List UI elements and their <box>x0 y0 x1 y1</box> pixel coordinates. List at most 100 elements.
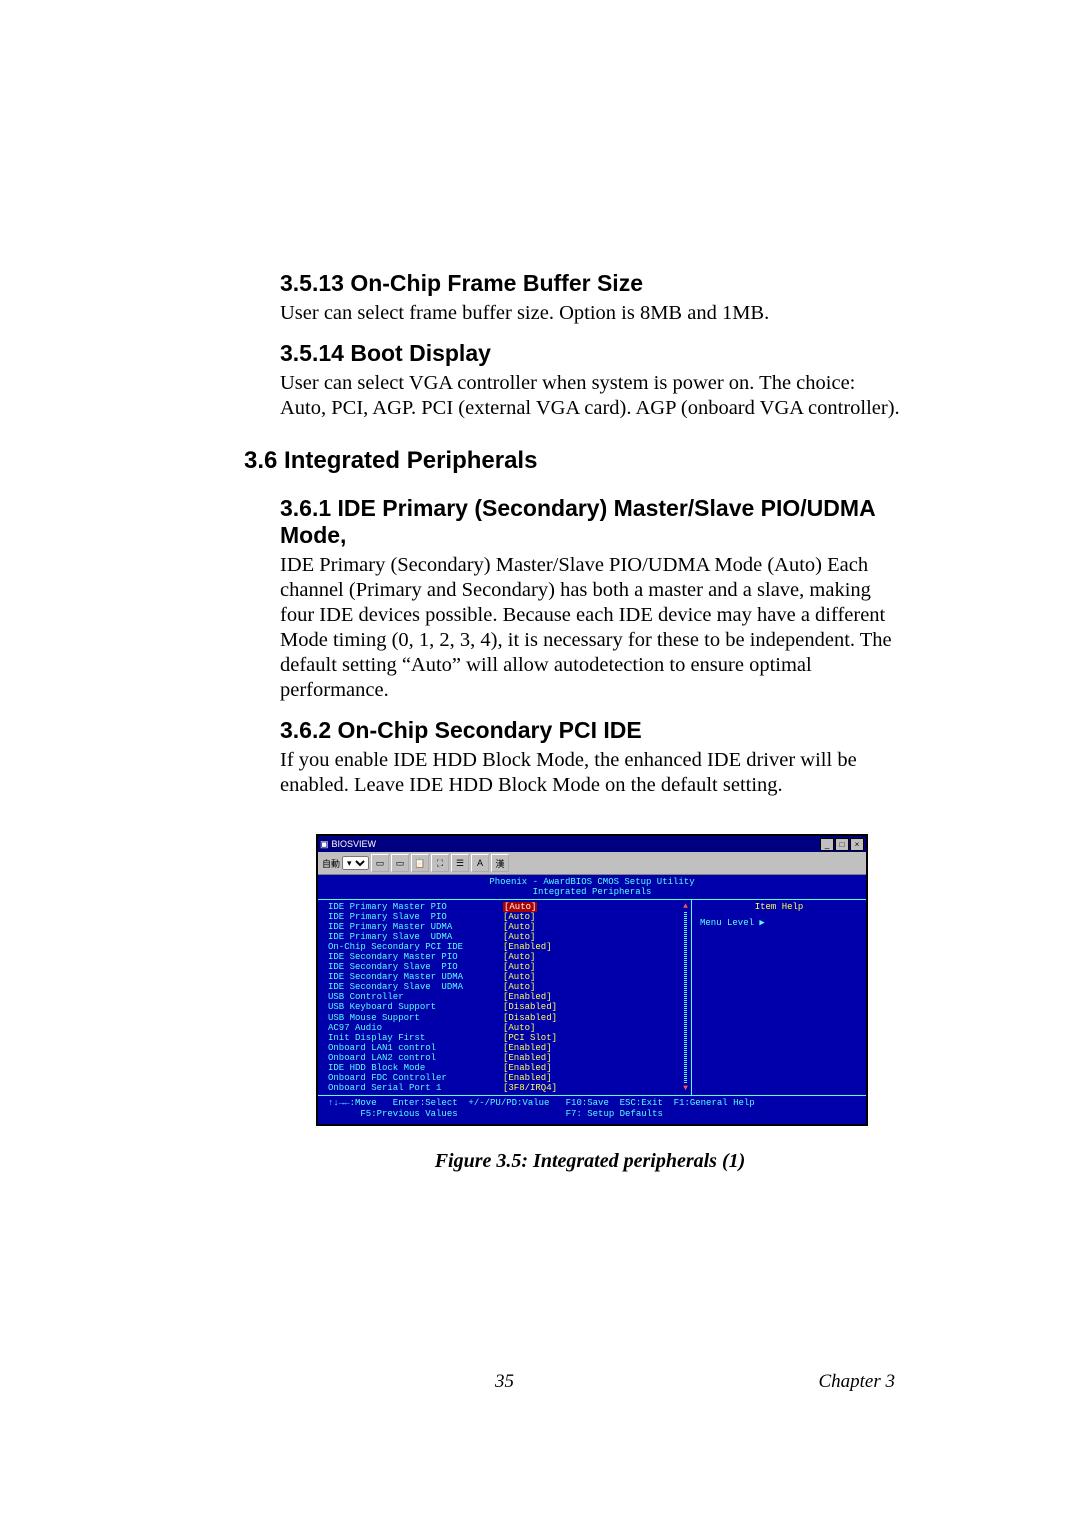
toolbar-btn-1[interactable]: ▭ <box>371 854 389 872</box>
toolbar-font-a-icon[interactable]: A <box>471 854 489 872</box>
bios-setting-value[interactable]: Auto <box>503 982 535 992</box>
bios-setting-label: Onboard Serial Port 1 <box>328 1083 503 1093</box>
body-3-5-14: User can select VGA controller when syst… <box>280 371 900 421</box>
bios-setting-row[interactable]: Onboard Serial Port 13F8/IRQ4 <box>328 1083 685 1093</box>
bios-setting-value[interactable]: Auto <box>503 912 535 922</box>
bios-setting-row[interactable]: Init Display FirstPCI Slot <box>328 1033 685 1043</box>
bios-setting-row[interactable]: USB Mouse SupportDisabled <box>328 1013 685 1023</box>
bios-header: Phoenix - AwardBIOS CMOS Setup Utility I… <box>318 875 866 899</box>
bios-setting-value[interactable]: Auto <box>503 902 537 912</box>
page-footer: 35 Chapter 3 <box>280 1371 895 1393</box>
toolbar-lang-icon[interactable]: 漢 <box>491 854 509 872</box>
heading-3-6-1: 3.6.1 IDE Primary (Secondary) Master/Sla… <box>280 495 900 549</box>
minimize-icon[interactable]: _ <box>820 838 834 851</box>
bios-setting-row[interactable]: USB ControllerEnabled <box>328 992 685 1002</box>
bios-setting-row[interactable]: Onboard LAN2 controlEnabled <box>328 1053 685 1063</box>
bios-setting-row[interactable]: IDE Secondary Slave UDMAAuto <box>328 982 685 992</box>
bios-setting-label: USB Mouse Support <box>328 1013 503 1023</box>
bios-setting-value[interactable]: Disabled <box>503 1002 557 1012</box>
bios-setting-row[interactable]: IDE HDD Block ModeEnabled <box>328 1063 685 1073</box>
heading-3-6-2: 3.6.2 On-Chip Secondary PCI IDE <box>280 717 900 744</box>
bios-setting-value[interactable]: Enabled <box>503 1043 552 1053</box>
bios-setting-label: Init Display First <box>328 1033 503 1043</box>
bios-setting-label: IDE Primary Master UDMA <box>328 922 503 932</box>
body-3-5-13: User can select frame buffer size. Optio… <box>280 301 900 326</box>
bios-setting-label: IDE HDD Block Mode <box>328 1063 503 1073</box>
heading-3-5-13: 3.5.13 On-Chip Frame Buffer Size <box>280 270 900 297</box>
bios-setting-value[interactable]: Auto <box>503 1023 535 1033</box>
bios-footer-line2: F5:Previous Values F7: Setup Defaults <box>328 1109 663 1119</box>
close-icon[interactable]: × <box>850 838 864 851</box>
toolbar-btn-2[interactable]: ▭ <box>391 854 409 872</box>
bios-setting-row[interactable]: IDE Secondary Master UDMAAuto <box>328 972 685 982</box>
window-titlebar: ▣ BIOSVIEW _ □ × <box>318 836 866 852</box>
page-number: 35 <box>495 1371 514 1393</box>
bios-body: ▲ ▼ IDE Primary Master PIOAutoIDE Primar… <box>318 899 866 1096</box>
toolbar-font-select[interactable]: ▾ <box>342 856 369 870</box>
bios-screenshot: ▣ BIOSVIEW _ □ × 自動 ▾ ▭ ▭ 📋 ⛶ ☰ A 漢 Pho <box>316 834 864 1173</box>
item-help-title: Item Help <box>700 902 858 912</box>
bios-footer: ↑↓→←:Move Enter:Select +/-/PU/PD:Value F… <box>318 1096 866 1124</box>
bios-setting-row[interactable]: IDE Secondary Slave PIOAuto <box>328 962 685 972</box>
toolbar-font-label: 自動 <box>322 857 340 870</box>
bios-setting-row[interactable]: AC97 AudioAuto <box>328 1023 685 1033</box>
bios-setting-value[interactable]: Enabled <box>503 1063 552 1073</box>
heading-3-6: 3.6 Integrated Peripherals <box>244 447 900 475</box>
bios-setting-row[interactable]: Onboard LAN1 controlEnabled <box>328 1043 685 1053</box>
bios-help-pane: Item Help Menu Level ▶ <box>691 900 866 1095</box>
app-icon: ▣ <box>320 839 329 850</box>
bios-setting-value[interactable]: Enabled <box>503 942 552 952</box>
bios-setting-value[interactable]: Enabled <box>503 1073 552 1083</box>
bios-setting-label: USB Keyboard Support <box>328 1002 503 1012</box>
scroll-down-icon[interactable]: ▼ <box>683 1084 688 1093</box>
bios-setting-value[interactable]: PCI Slot <box>503 1033 557 1043</box>
bios-setting-row[interactable]: IDE Secondary Master PIOAuto <box>328 952 685 962</box>
body-3-6-1: IDE Primary (Secondary) Master/Slave PIO… <box>280 553 900 703</box>
bios-setting-value[interactable]: Enabled <box>503 1053 552 1063</box>
toolbar-copy-icon[interactable]: 📋 <box>411 854 429 872</box>
bios-setting-value[interactable]: 3F8/IRQ4 <box>503 1083 557 1093</box>
window: ▣ BIOSVIEW _ □ × 自動 ▾ ▭ ▭ 📋 ⛶ ☰ A 漢 Pho <box>316 834 868 1126</box>
bios-footer-line1: ↑↓→←:Move Enter:Select +/-/PU/PD:Value F… <box>328 1098 755 1108</box>
bios-setting-value[interactable]: Enabled <box>503 992 552 1002</box>
figure-caption: Figure 3.5: Integrated peripherals (1) <box>316 1150 864 1173</box>
bios-setting-row[interactable]: USB Keyboard SupportDisabled <box>328 1002 685 1012</box>
bios-setting-row[interactable]: IDE Primary Master PIOAuto <box>328 902 685 912</box>
bios-setting-row[interactable]: IDE Primary Master UDMAAuto <box>328 922 685 932</box>
bios-setting-label: IDE Secondary Master UDMA <box>328 972 503 982</box>
bios-setting-label: IDE Primary Slave PIO <box>328 912 503 922</box>
bios-setting-value[interactable]: Auto <box>503 972 535 982</box>
toolbar-props-icon[interactable]: ☰ <box>451 854 469 872</box>
toolbar-fullscreen-icon[interactable]: ⛶ <box>431 854 449 872</box>
chapter-label: Chapter 3 <box>818 1371 895 1393</box>
bios-setting-label: Onboard LAN1 control <box>328 1043 503 1053</box>
page: 3.5.13 On-Chip Frame Buffer Size User ca… <box>0 0 1080 1233</box>
scroll-up-icon[interactable]: ▲ <box>683 902 688 911</box>
bios-setting-label: IDE Primary Master PIO <box>328 902 503 912</box>
bios-setting-label: IDE Secondary Slave UDMA <box>328 982 503 992</box>
scroll-track[interactable] <box>684 912 687 1083</box>
bios-setting-value[interactable]: Auto <box>503 952 535 962</box>
bios-setting-row[interactable]: On-Chip Secondary PCI IDEEnabled <box>328 942 685 952</box>
bios-setting-row[interactable]: IDE Primary Slave PIOAuto <box>328 912 685 922</box>
menu-level: Menu Level ▶ <box>700 918 858 928</box>
bios-setting-value[interactable]: Auto <box>503 962 535 972</box>
bios-setting-label: IDE Secondary Slave PIO <box>328 962 503 972</box>
body-3-6-2: If you enable IDE HDD Block Mode, the en… <box>280 748 900 798</box>
bios-screen: Phoenix - AwardBIOS CMOS Setup Utility I… <box>318 875 866 1124</box>
bios-setting-value[interactable]: Auto <box>503 922 535 932</box>
bios-setting-label: AC97 Audio <box>328 1023 503 1033</box>
bios-setting-label: On-Chip Secondary PCI IDE <box>328 942 503 952</box>
bios-settings-pane[interactable]: ▲ ▼ IDE Primary Master PIOAutoIDE Primar… <box>318 900 691 1095</box>
heading-3-5-14: 3.5.14 Boot Display <box>280 340 900 367</box>
maximize-icon[interactable]: □ <box>835 838 849 851</box>
bios-setting-label: USB Controller <box>328 992 503 1002</box>
window-title: BIOSVIEW <box>332 839 377 849</box>
bios-setting-row[interactable]: IDE Primary Slave UDMAAuto <box>328 932 685 942</box>
bios-setting-value[interactable]: Auto <box>503 932 535 942</box>
bios-setting-label: Onboard FDC Controller <box>328 1073 503 1083</box>
bios-setting-value[interactable]: Disabled <box>503 1013 557 1023</box>
bios-setting-label: Onboard LAN2 control <box>328 1053 503 1063</box>
bios-scrollbar[interactable]: ▲ ▼ <box>682 902 689 1093</box>
bios-setting-row[interactable]: Onboard FDC ControllerEnabled <box>328 1073 685 1083</box>
